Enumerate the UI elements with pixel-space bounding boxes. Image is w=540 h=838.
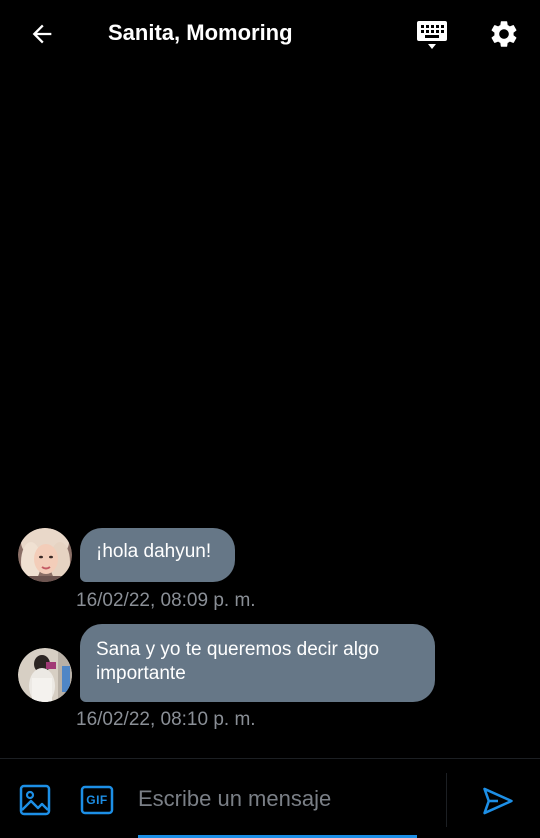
settings-button[interactable] — [484, 14, 524, 54]
message-item: ¡hola dahyun! 16/02/22, 08:09 p. m. — [0, 528, 540, 618]
image-icon — [19, 784, 51, 816]
sender-avatar[interactable] — [18, 648, 72, 702]
conversation-title: Sanita, Momoring — [108, 20, 293, 45]
gear-icon — [491, 21, 517, 47]
composer-divider — [446, 773, 447, 827]
sender-avatar[interactable] — [18, 528, 72, 582]
keyboard-button[interactable] — [412, 16, 452, 54]
message-input[interactable] — [138, 781, 418, 817]
message-text: ¡hola dahyun! — [96, 541, 212, 562]
keyboard-icon — [417, 21, 447, 49]
gif-label: GIF — [86, 793, 108, 807]
back-button[interactable] — [24, 16, 60, 52]
message-composer: GIF — [0, 758, 540, 838]
message-bubble[interactable]: Sana y yo te queremos decir algo importa… — [80, 624, 435, 702]
message-timestamp: 16/02/22, 08:10 p. m. — [76, 709, 256, 730]
attach-image-button[interactable] — [18, 783, 52, 817]
arrow-left-icon — [32, 24, 52, 44]
attach-gif-button[interactable]: GIF — [80, 785, 114, 815]
send-icon — [483, 787, 513, 815]
message-timestamp: 16/02/22, 08:09 p. m. — [76, 590, 256, 611]
avatar-image — [18, 648, 72, 702]
message-item: Sana y yo te queremos decir algo importa… — [0, 624, 540, 734]
avatar-image — [18, 528, 72, 582]
message-bubble[interactable]: ¡hola dahyun! — [80, 528, 235, 582]
message-text: Sana y yo te queremos decir algo importa… — [96, 639, 380, 684]
conversation-header: Sanita, Momoring — [0, 0, 540, 70]
dm-conversation-screen: Sanita, Momoring ¡hola dahyun! 16/02/22,… — [0, 0, 540, 838]
send-button[interactable] — [478, 781, 518, 821]
